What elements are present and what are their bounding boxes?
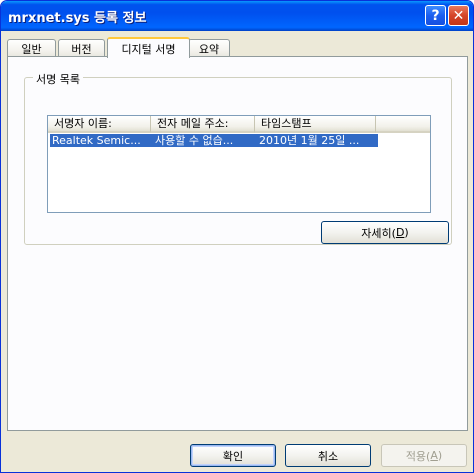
help-button[interactable]: ? — [425, 5, 446, 26]
cell-email: 사용할 수 없습... — [155, 134, 234, 147]
help-icon: ? — [431, 7, 440, 24]
window-title: mrxnet.sys 등록 정보 — [8, 11, 147, 26]
cancel-label: 취소 — [317, 449, 339, 463]
details-mnemonic: D — [395, 226, 405, 239]
cell-signer-name: Realtek Semic... — [52, 134, 141, 147]
tab-general-label: 일반 — [21, 42, 42, 56]
tab-page: 서명 목록 서명자 이름: 전자 메일 주소: 타임스탬프 Realtek Se… — [7, 56, 468, 431]
close-icon: ✕ — [452, 7, 465, 24]
apply-label-end: ) — [437, 449, 443, 462]
column-signer-name[interactable]: 서명자 이름: — [48, 116, 151, 133]
apply-mnemonic: A — [430, 449, 438, 462]
details-button[interactable]: 자세히(D) — [321, 221, 449, 244]
apply-label: 적용( — [405, 449, 431, 463]
group-label: 서명 목록 — [33, 71, 83, 87]
properties-dialog: mrxnet.sys 등록 정보 ? ✕ 일반 버전 디지털 서명 요약 서명 … — [0, 0, 474, 473]
tab-general[interactable]: 일반 — [7, 39, 56, 57]
tab-version-label: 버전 — [71, 42, 92, 56]
ok-button[interactable]: 확인 — [190, 444, 276, 467]
tab-summary[interactable]: 요약 — [188, 39, 230, 57]
cell-timestamp: 2010년 1월 25일 ... — [259, 134, 360, 147]
tab-version[interactable]: 버전 — [58, 39, 105, 57]
tab-strip: 일반 버전 디지털 서명 요약 — [7, 37, 467, 58]
list-item[interactable]: Realtek Semic... 사용할 수 없습... 2010년 1월 25… — [50, 134, 378, 147]
tab-digital-signatures-label: 디지털 서명 — [121, 42, 176, 56]
ok-label: 확인 — [222, 449, 244, 463]
column-timestamp[interactable]: 타임스탬프 — [255, 116, 376, 133]
apply-button[interactable]: 적용(A) — [381, 444, 467, 467]
details-label-end: ) — [404, 226, 409, 239]
column-email[interactable]: 전자 메일 주소: — [151, 116, 255, 133]
column-filler — [376, 116, 430, 133]
title-bar[interactable]: mrxnet.sys 등록 정보 ? ✕ — [1, 1, 473, 31]
cancel-button[interactable]: 취소 — [285, 444, 371, 467]
tab-summary-label: 요약 — [198, 42, 220, 56]
list-header: 서명자 이름: 전자 메일 주소: 타임스탬프 — [48, 116, 430, 133]
close-button[interactable]: ✕ — [448, 5, 469, 26]
tab-digital-signatures[interactable]: 디지털 서명 — [107, 37, 190, 58]
signature-list-group: 서명 목록 서명자 이름: 전자 메일 주소: 타임스탬프 Realtek Se… — [24, 71, 452, 245]
details-label: 자세히( — [361, 226, 396, 240]
signature-list[interactable]: 서명자 이름: 전자 메일 주소: 타임스탬프 Realtek Semic...… — [47, 115, 431, 213]
